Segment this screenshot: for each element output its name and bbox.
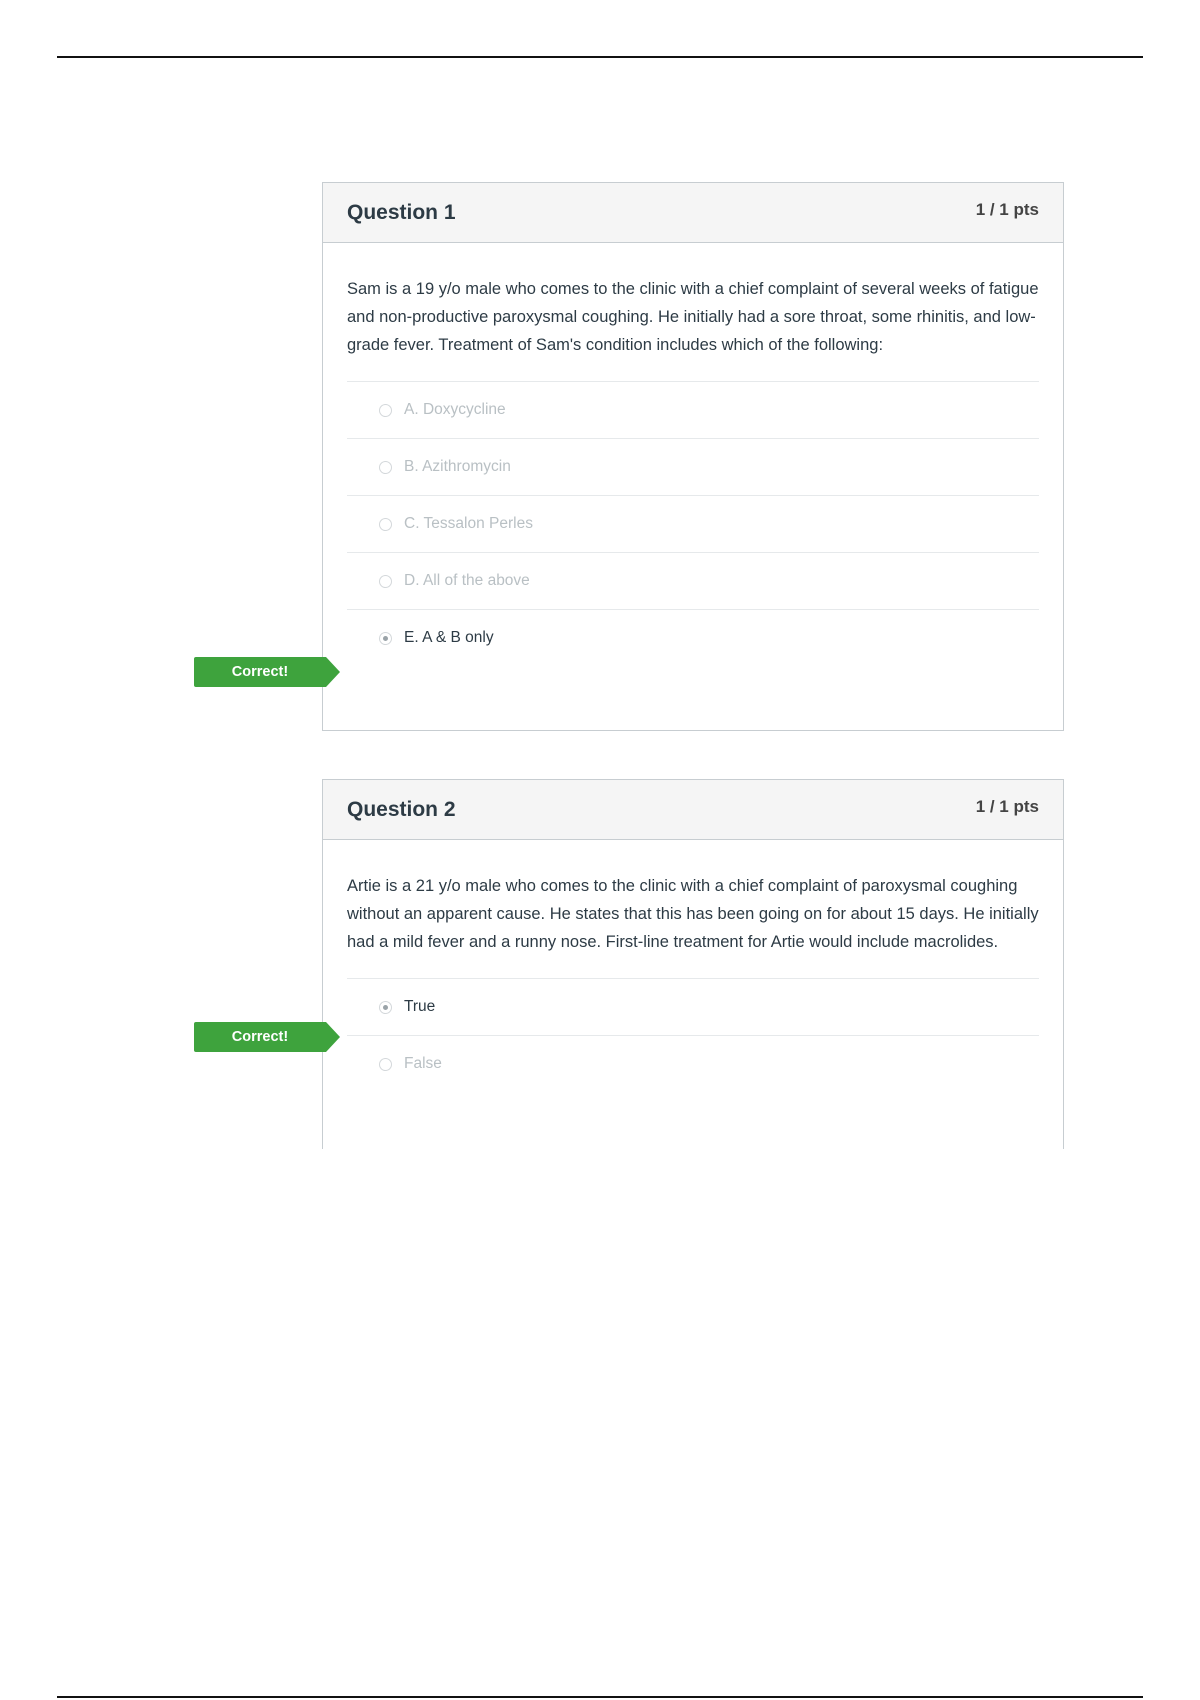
- answer-label: False: [404, 1055, 442, 1072]
- radio-button[interactable]: [379, 403, 392, 417]
- answer-label: D. All of the above: [404, 572, 530, 589]
- question-text: Artie is a 21 y/o male who comes to the …: [347, 877, 1039, 951]
- question-header: Question 1 1 / 1 pts: [323, 183, 1063, 243]
- bottom-rule: [57, 1696, 1143, 1698]
- radio-button[interactable]: [379, 517, 392, 531]
- question-title: Question 2: [347, 797, 456, 821]
- answer-option-c[interactable]: C. Tessalon Perles: [347, 495, 1039, 552]
- answer-option-true[interactable]: True: [347, 978, 1039, 1035]
- answer-label: A. Doxycycline: [404, 401, 506, 418]
- answer-label: C. Tessalon Perles: [404, 515, 533, 532]
- radio-button-checked[interactable]: [379, 1000, 392, 1014]
- answer-label: True: [404, 998, 436, 1015]
- question-title: Question 1: [347, 200, 456, 224]
- top-rule: [57, 56, 1143, 58]
- answer-label: E. A & B only: [404, 629, 494, 646]
- answer-option-a[interactable]: A. Doxycycline: [347, 381, 1039, 438]
- answer-option-false[interactable]: False: [347, 1035, 1039, 1092]
- correct-badge-label: Correct!: [194, 657, 326, 687]
- question-card-1: Question 1 1 / 1 pts Sam is a 19 y/o mal…: [322, 182, 1064, 731]
- radio-button[interactable]: [379, 1057, 392, 1071]
- answer-option-e[interactable]: E. A & B only: [347, 609, 1039, 666]
- correct-badge: Correct!: [194, 657, 340, 687]
- question-header: Question 2 1 / 1 pts: [323, 780, 1063, 840]
- radio-button-checked[interactable]: [379, 631, 392, 645]
- radio-button[interactable]: [379, 460, 392, 474]
- correct-badge: Correct!: [194, 1022, 340, 1052]
- answer-option-d[interactable]: D. All of the above: [347, 552, 1039, 609]
- answer-list: True False: [347, 978, 1039, 1092]
- answer-label: B. Azithromycin: [404, 458, 511, 475]
- badge-arrow-tip: [326, 657, 340, 687]
- badge-arrow-tip: [326, 1022, 340, 1052]
- radio-button[interactable]: [379, 574, 392, 588]
- answer-list: A. Doxycycline B. Azithromycin C. Tessal…: [347, 381, 1039, 666]
- question-card-2: Question 2 1 / 1 pts Artie is a 21 y/o m…: [322, 779, 1064, 1149]
- question-points: 1 / 1 pts: [975, 796, 1039, 816]
- answer-option-b[interactable]: B. Azithromycin: [347, 438, 1039, 495]
- question-points: 1 / 1 pts: [975, 199, 1039, 219]
- correct-badge-label: Correct!: [194, 1022, 326, 1052]
- question-text: Sam is a 19 y/o male who comes to the cl…: [347, 280, 1039, 354]
